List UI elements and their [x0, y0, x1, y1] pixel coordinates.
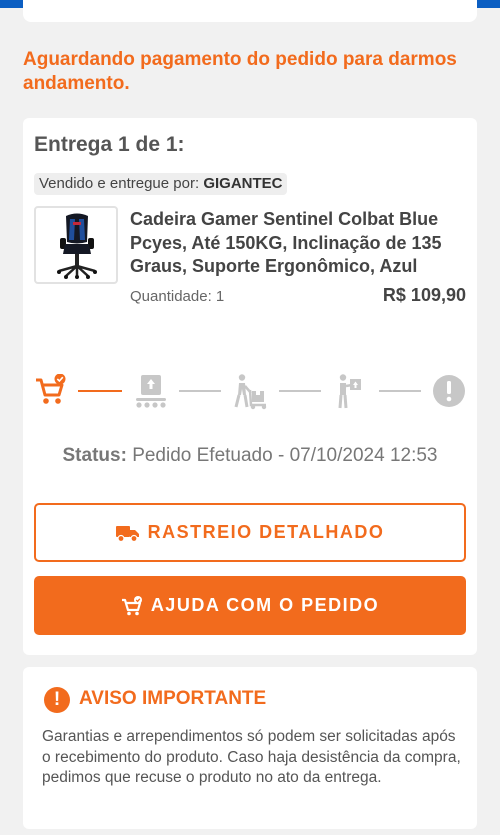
order-help-button[interactable]: AJUDA COM O PEDIDO	[34, 576, 466, 635]
product-name[interactable]: Cadeira Gamer Sentinel Colbat Blue Pcyes…	[130, 208, 470, 279]
notice-text: Garantias e arrependimentos só podem ser…	[42, 728, 461, 786]
seller-name: GIGANTEC	[203, 175, 283, 192]
tracker-connector	[379, 390, 421, 392]
tracker-connector	[279, 390, 321, 392]
status-value: Pedido Efetuado - 07/10/2024 12:53	[132, 445, 438, 466]
cart-check-icon	[34, 373, 68, 413]
package-conveyor-icon	[134, 374, 168, 415]
order-help-label: AJUDA COM O PEDIDO	[150, 595, 380, 615]
tracker-connector	[78, 390, 122, 392]
tracker-connector	[179, 390, 221, 392]
seller-badge: Vendido e entregue por: GIGANTEC	[34, 173, 288, 195]
gaming-chair-image	[57, 213, 97, 279]
alert-circle-icon	[432, 374, 466, 413]
delivery-person-icon	[233, 374, 269, 415]
seller-prefix: Vendido e entregue por:	[39, 175, 200, 192]
warning-icon: !	[44, 687, 70, 713]
detailed-tracking-label: RASTREIO DETALHADO	[147, 522, 385, 542]
important-notice-card: ! AVISO IMPORTANTE Garantias e arrependi…	[23, 667, 477, 829]
previous-card	[23, 0, 477, 22]
product-price: R$ 109,90	[382, 285, 466, 305]
product-image[interactable]	[34, 206, 118, 284]
delivery-card: Entrega 1 de 1: Vendido e entregue por: …	[23, 118, 477, 655]
delivery-title: Entrega 1 de 1:	[34, 133, 185, 156]
detailed-tracking-button[interactable]: RASTREIO DETALHADO	[34, 503, 466, 562]
truck-icon	[115, 524, 140, 542]
person-package-icon	[335, 374, 365, 415]
order-tracker	[23, 368, 477, 414]
status-label: Status:	[62, 445, 127, 466]
cart-check-icon	[121, 595, 143, 616]
payment-pending-message: Aguardando pagamento do pedido para darm…	[23, 49, 457, 94]
notice-title: AVISO IMPORTANTE	[79, 688, 267, 709]
order-status: Status: Pedido Efetuado - 07/10/2024 12:…	[23, 445, 477, 467]
product-quantity: Quantidade: 1	[130, 288, 225, 305]
